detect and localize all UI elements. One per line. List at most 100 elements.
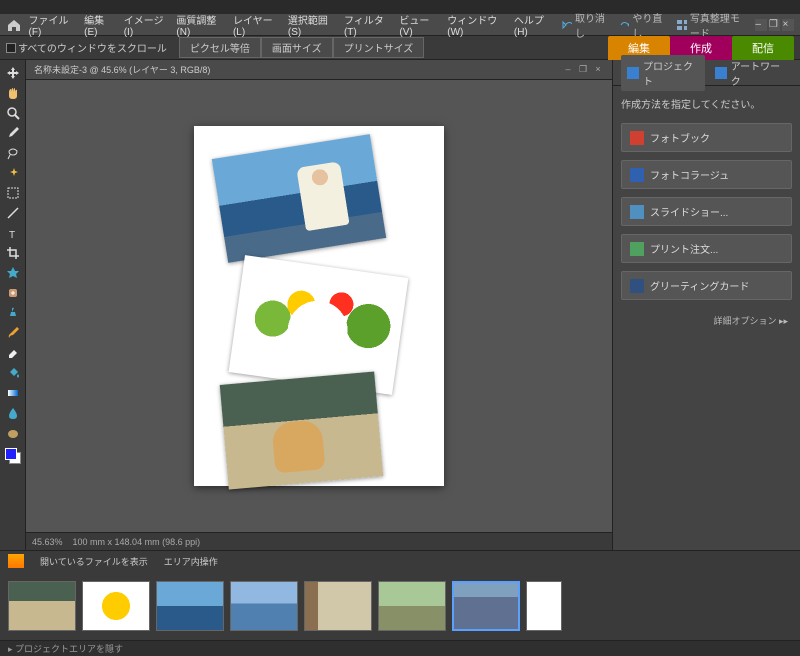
menu-edit[interactable]: 編集(E) (78, 12, 118, 38)
main-area: T 名称未設定-3 @ 45.6% (レイヤー 3, RGB/8) – ❐ × (0, 60, 800, 550)
thumbnail-1[interactable] (8, 581, 76, 631)
document-area: 名称未設定-3 @ 45.6% (レイヤー 3, RGB/8) – ❐ × 45… (26, 60, 612, 550)
paint-bucket-tool[interactable] (2, 364, 24, 382)
bin-folder-icon[interactable] (8, 554, 24, 568)
project-bin: 開いているファイルを表示 エリア内操作 (0, 550, 800, 640)
healing-brush-tool[interactable] (2, 284, 24, 302)
home-icon[interactable] (6, 17, 23, 33)
document-dimensions: 100 mm x 148.04 mm (98.6 ppi) (73, 537, 201, 547)
slideshow-button[interactable]: スライドショー... (621, 197, 792, 226)
eyedropper-tool[interactable] (2, 124, 24, 142)
actual-pixels-button[interactable]: ピクセル等倍 (179, 37, 261, 58)
bin-area-ops-label[interactable]: エリア内操作 (164, 555, 218, 568)
photobook-icon (630, 131, 644, 145)
thumbnail-5[interactable] (304, 581, 372, 631)
color-swatches[interactable] (5, 448, 21, 464)
print-order-label: プリント注文... (650, 241, 718, 256)
greeting-card-label: グリーティングカード (650, 278, 749, 293)
photobook-button[interactable]: フォトブック (621, 123, 792, 152)
crop-tool[interactable] (2, 244, 24, 262)
close-button[interactable]: × (782, 19, 794, 31)
thumbnail-4[interactable] (230, 581, 298, 631)
svg-text:T: T (9, 230, 15, 240)
undo-label: 取り消し (575, 10, 608, 40)
doc-restore-icon[interactable]: ❐ (577, 64, 589, 76)
scroll-all-label: すべてのウィンドウをスクロール (16, 40, 179, 55)
undo-button[interactable]: 取り消し (556, 10, 613, 40)
panel-tab-bar: プロジェクト アートワーク (613, 60, 800, 86)
panel-hint: 作成方法を指定してください。 (621, 96, 792, 111)
clone-stamp-tool[interactable] (2, 304, 24, 322)
thumbnail-3[interactable] (156, 581, 224, 631)
print-size-button[interactable]: プリントサイズ (333, 37, 425, 58)
menu-window[interactable]: ウィンドウ(W) (441, 12, 508, 38)
thumbnail-7[interactable] (452, 581, 520, 631)
collage-photo-2[interactable] (229, 255, 409, 395)
gradient-tool[interactable] (2, 384, 24, 402)
menu-view[interactable]: ビュー(V) (393, 12, 441, 38)
photocollage-label: フォトコラージュ (650, 167, 729, 182)
document-tab-bar: 名称未設定-3 @ 45.6% (レイヤー 3, RGB/8) – ❐ × (26, 60, 612, 80)
eraser-tool[interactable] (2, 344, 24, 362)
fit-screen-button[interactable]: 画面サイズ (261, 37, 333, 58)
thumbnail-2[interactable] (82, 581, 150, 631)
magic-wand-tool[interactable] (2, 164, 24, 182)
thumbnail-6[interactable] (378, 581, 446, 631)
collage-photo-3[interactable] (220, 371, 384, 489)
menu-select[interactable]: 選択範囲(S) (282, 12, 338, 38)
scroll-all-checkbox[interactable] (6, 43, 16, 53)
marquee-tool[interactable] (2, 184, 24, 202)
panel-body: 作成方法を指定してください。 フォトブック フォトコラージュ スライドショー..… (613, 86, 800, 550)
photocollage-button[interactable]: フォトコラージュ (621, 160, 792, 189)
foreground-color[interactable] (5, 448, 17, 460)
menu-filter[interactable]: フィルタ(T) (338, 12, 393, 38)
line-tool[interactable] (2, 204, 24, 222)
minimize-button[interactable]: – (755, 19, 767, 31)
menu-file[interactable]: ファイル(F) (23, 12, 79, 38)
project-icon (627, 67, 639, 79)
blur-tool[interactable] (2, 404, 24, 422)
print-order-button[interactable]: プリント注文... (621, 234, 792, 263)
menu-layer[interactable]: レイヤー(L) (227, 12, 282, 38)
artwork-icon (715, 67, 727, 79)
menu-enhance[interactable]: 画質調整(N) (170, 12, 227, 38)
photocollage-icon (630, 168, 644, 182)
sponge-tool[interactable] (2, 424, 24, 442)
bin-open-files-label[interactable]: 開いているファイルを表示 (40, 555, 148, 568)
tab-project-label: プロジェクト (643, 58, 699, 88)
hide-project-area-toggle[interactable]: ▸ プロジェクトエリアを隠す (8, 642, 123, 655)
doc-close-icon[interactable]: × (592, 64, 604, 76)
menu-image[interactable]: イメージ(I) (118, 12, 171, 38)
thumbnail-strip (0, 571, 800, 640)
canvas-viewport[interactable] (26, 80, 612, 532)
document-title: 名称未設定-3 @ 45.6% (レイヤー 3, RGB/8) (34, 63, 559, 76)
type-tool[interactable]: T (2, 224, 24, 242)
more-options-link[interactable]: 詳細オプション ▸▸ (621, 308, 792, 333)
menu-help[interactable]: ヘルプ(H) (508, 12, 556, 38)
menu-bar: ファイル(F) 編集(E) イメージ(I) 画質調整(N) レイヤー(L) 選択… (0, 14, 800, 36)
canvas-page (194, 126, 444, 486)
restore-button[interactable]: ❐ (769, 19, 781, 31)
slideshow-icon (630, 205, 644, 219)
side-panel: プロジェクト アートワーク 作成方法を指定してください。 フォトブック フォトコ… (612, 60, 800, 550)
tool-palette: T (0, 60, 26, 550)
lasso-tool[interactable] (2, 144, 24, 162)
move-tool[interactable] (2, 64, 24, 82)
greeting-card-icon (630, 279, 644, 293)
zoom-level[interactable]: 45.63% (32, 537, 63, 547)
bin-header: 開いているファイルを表示 エリア内操作 (0, 551, 800, 571)
footer-bar: ▸ プロジェクトエリアを隠す (0, 640, 800, 656)
hand-tool[interactable] (2, 84, 24, 102)
tab-artwork-label: アートワーク (731, 58, 786, 88)
cookie-cutter-tool[interactable] (2, 264, 24, 282)
collage-photo-1[interactable] (212, 134, 386, 263)
print-order-icon (630, 242, 644, 256)
document-status-bar: 45.63% 100 mm x 148.04 mm (98.6 ppi) (26, 532, 612, 550)
brush-tool[interactable] (2, 324, 24, 342)
slideshow-label: スライドショー... (650, 204, 728, 219)
photobook-label: フォトブック (650, 130, 710, 145)
doc-minimize-icon[interactable]: – (562, 64, 574, 76)
thumbnail-8[interactable] (526, 581, 562, 631)
greeting-card-button[interactable]: グリーティングカード (621, 271, 792, 300)
zoom-tool[interactable] (2, 104, 24, 122)
